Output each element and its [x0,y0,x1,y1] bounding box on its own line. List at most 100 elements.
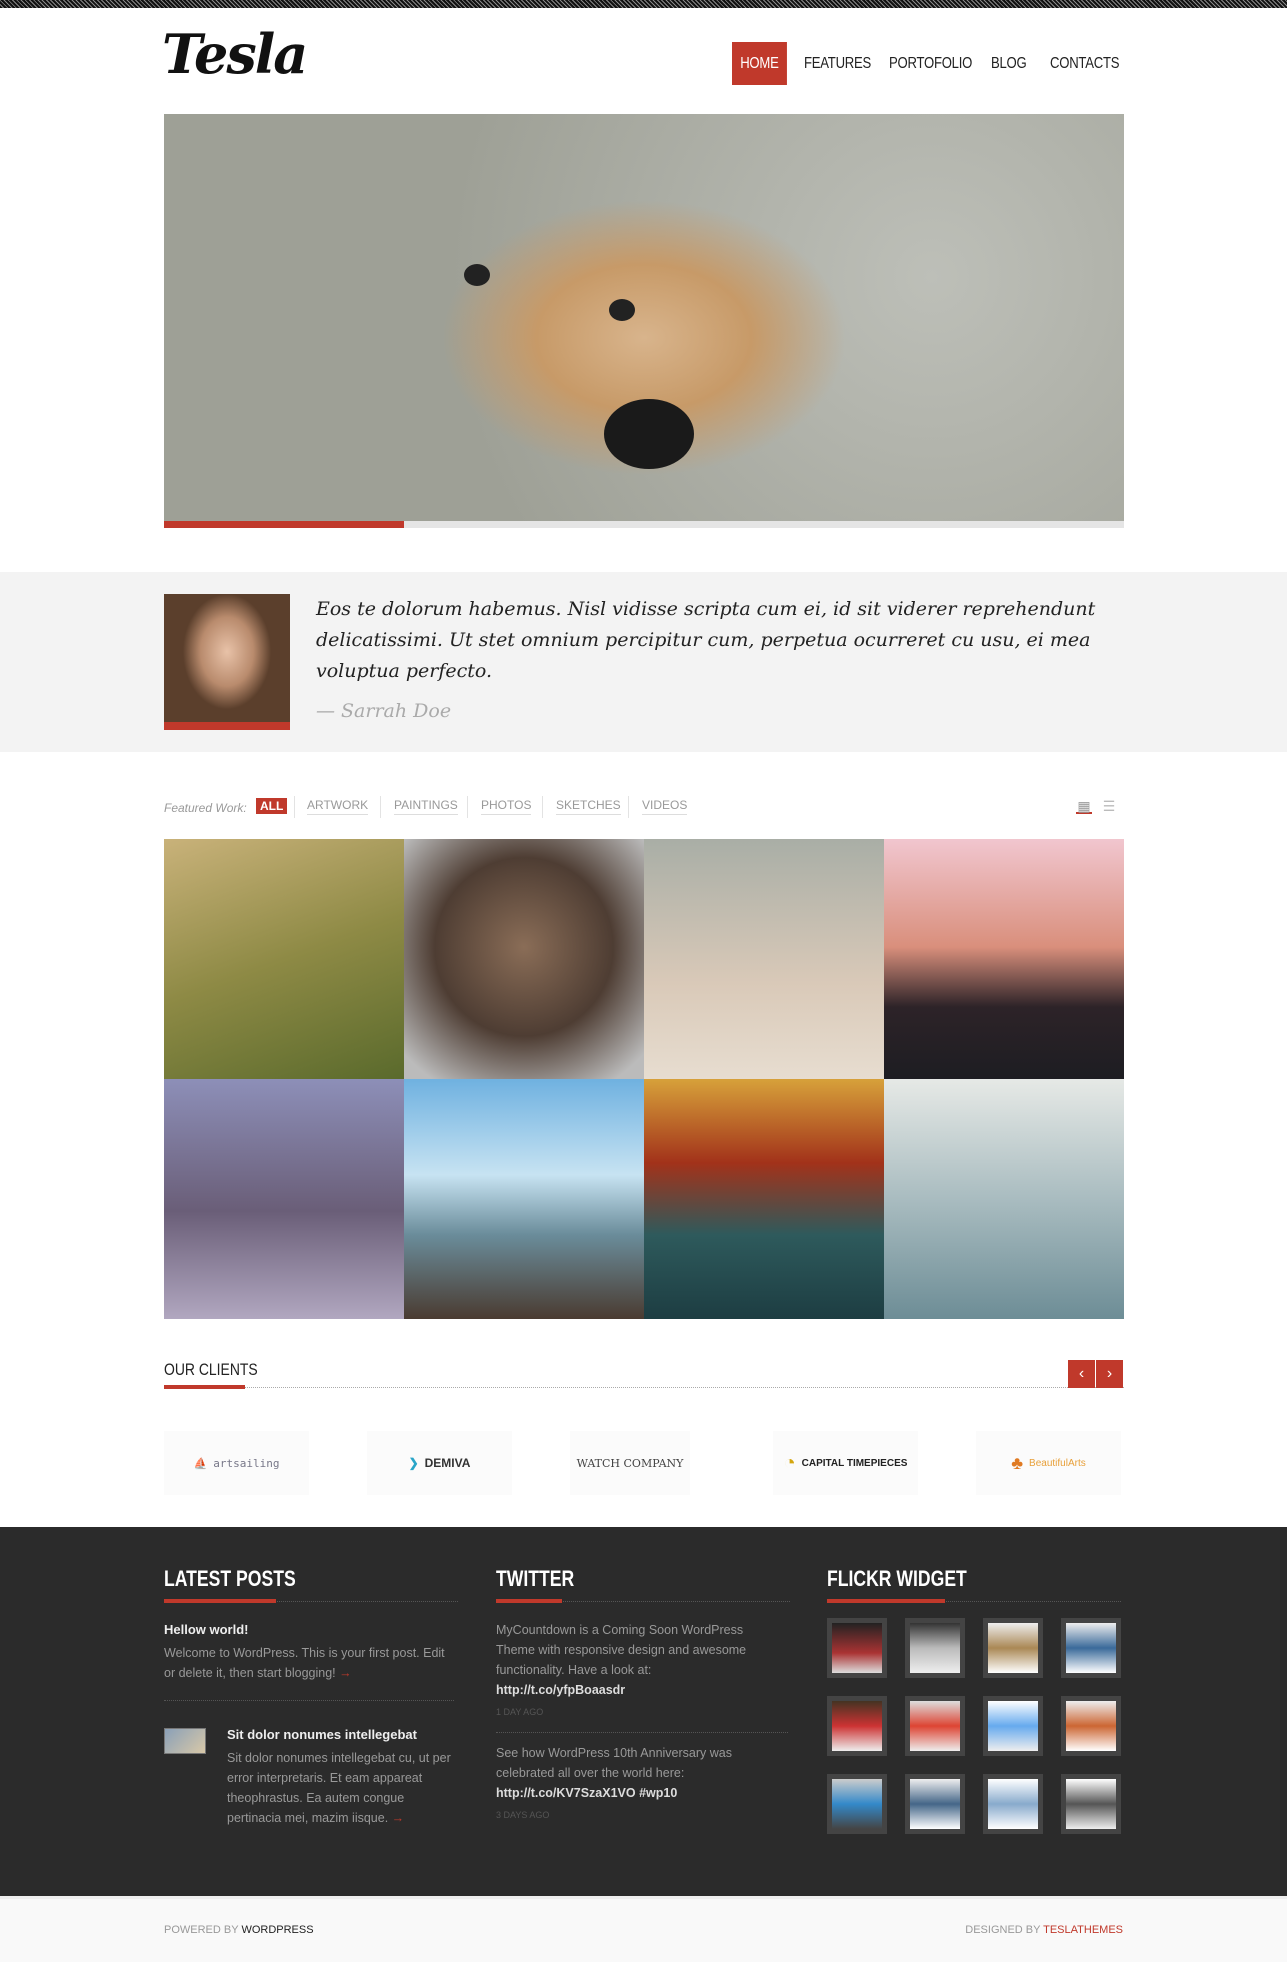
powered-by: Powered by WordPress [164,1924,314,1936]
wordpress-link[interactable]: WordPress [241,1924,313,1936]
top-stripe [0,0,1287,8]
tweet-link[interactable]: http://t.co/yfpBoaasdr [496,1683,625,1697]
client-logo-watch-company[interactable]: WATCH COMPANY [570,1431,690,1495]
read-more-arrow-icon[interactable]: → [339,1666,352,1680]
designed-prefix: Designed by [965,1924,1041,1936]
filter-all[interactable]: All [256,798,288,814]
list-view-icon[interactable]: ☰ [1101,798,1117,814]
grid-view-icon[interactable]: ▦ [1076,798,1092,814]
tree-icon: ♣ [1011,1452,1024,1473]
flickr-thumb[interactable] [1061,1618,1121,1678]
client-logo-capital-timepieces[interactable]: ◔ CAPITAL TIMEPIECES [773,1431,918,1495]
filter-sketches[interactable]: Sketches [556,798,621,815]
slider-progress-fill [164,521,404,528]
nav-blog[interactable]: Blog [991,42,1027,85]
chevron-logo-icon: ❯ [408,1456,419,1470]
site-logo[interactable]: Tesla [162,22,308,86]
portfolio-item[interactable] [644,839,884,1079]
portfolio-item[interactable] [404,839,644,1079]
flickr-thumb[interactable] [983,1696,1043,1756]
slide-image-eye [609,299,635,321]
tweet: See how WordPress 10th Anniversary was c… [496,1743,776,1803]
nav-features[interactable]: Features [804,42,871,85]
ship-icon: ⛵ [193,1456,208,1470]
divider [164,1700,454,1701]
post-excerpt-text: Sit dolor nonumes intellegebat cu, ut pe… [227,1751,451,1825]
slide-image-eye [464,264,490,286]
post-excerpt-text: Welcome to WordPress. This is your first… [164,1646,445,1680]
teslathemes-link[interactable]: TeslaThemes [1043,1924,1123,1936]
post-title[interactable]: Hellow world! [164,1622,249,1637]
powered-prefix: Powered by [164,1924,239,1936]
testimonial-avatar [164,594,290,722]
post-title[interactable]: Sit dolor nonumes intellegebat [227,1727,417,1742]
flickr-thumb[interactable] [827,1618,887,1678]
divider [294,796,295,818]
portfolio-item[interactable] [644,1079,884,1319]
divider [496,1732,788,1733]
client-logo-artsailing[interactable]: ⛵ artsailing [164,1431,309,1495]
portfolio-item[interactable] [884,839,1124,1079]
designed-by: Designed by TeslaThemes [965,1924,1123,1936]
flickr-thumb[interactable] [827,1696,887,1756]
clients-next-button[interactable]: › [1096,1360,1123,1388]
flickr-thumb[interactable] [827,1774,887,1834]
heading-accent [827,1599,945,1603]
tweet-time: 3 days ago [496,1810,550,1820]
featured-work-label: Featured Work: [164,801,247,815]
portfolio-item[interactable] [164,839,404,1079]
nav-home[interactable]: Home [732,42,787,85]
portfolio-item[interactable] [884,1079,1124,1319]
tweet-text: MyCountdown is a Coming Soon WordPress T… [496,1623,747,1677]
client-logo-beautifularts[interactable]: ♣ BeautifulArts [976,1431,1121,1495]
clients-divider [164,1386,1124,1388]
testimonial-quote: Eos te dolorum habemus. Nisl vidisse scr… [316,598,1096,682]
post-excerpt: Sit dolor nonumes intellegebat cu, ut pe… [227,1748,457,1828]
flickr-thumb[interactable] [905,1618,965,1678]
avatar-accent-bar [164,722,290,730]
flickr-thumb[interactable] [1061,1774,1121,1834]
tweet-time: 1 day ago [496,1707,544,1717]
filter-photos[interactable]: Photos [481,798,532,815]
client-name: DEMIVA [424,1456,471,1470]
heading-accent [164,1599,276,1603]
filter-videos[interactable]: Videos [642,798,688,815]
hero-slider[interactable] [164,114,1124,521]
flickr-thumb[interactable] [905,1774,965,1834]
twitter-heading: Twitter [496,1566,575,1591]
flickr-grid [827,1618,1127,1834]
portfolio-grid [164,839,1124,1319]
clock-icon: ◔ [783,1451,796,1474]
post-excerpt: Welcome to WordPress. This is your first… [164,1643,454,1683]
tweet-link[interactable]: http://t.co/KV7SzaX1VO #wp10 [496,1786,677,1800]
flickr-thumb[interactable] [983,1618,1043,1678]
divider [542,796,543,818]
divider [628,796,629,818]
tweet-text: See how WordPress 10th Anniversary was c… [496,1746,732,1780]
clients-accent [164,1385,245,1389]
read-more-arrow-icon[interactable]: → [392,1811,405,1825]
client-name: CAPITAL TIMEPIECES [801,1457,908,1469]
nav-portofolio[interactable]: Portofolio [889,42,972,85]
heading-accent [496,1599,562,1603]
portfolio-item[interactable] [404,1079,644,1319]
client-name: artsailing [213,1456,280,1470]
filter-artwork[interactable]: Artwork [307,798,369,815]
slider-progress [164,521,1124,528]
client-name: WATCH COMPANY [576,1456,684,1470]
latest-posts-heading: Latest Posts [164,1566,296,1591]
nav-contacts[interactable]: Contacts [1050,42,1119,85]
post-thumbnail[interactable] [164,1728,206,1754]
flickr-thumb[interactable] [905,1696,965,1756]
divider [467,796,468,818]
flickr-thumb[interactable] [1061,1696,1121,1756]
tweet: MyCountdown is a Coming Soon WordPress T… [496,1620,776,1700]
flickr-thumb[interactable] [983,1774,1043,1834]
client-logo-demiva[interactable]: ❯ DEMIVA [367,1431,512,1495]
portfolio-item[interactable] [164,1079,404,1319]
slide-image-nose [604,399,694,469]
client-name: BeautifulArts [1029,1457,1086,1469]
flickr-heading: Flickr Widget [827,1566,967,1591]
clients-prev-button[interactable]: ‹ [1068,1360,1095,1388]
filter-paintings[interactable]: Paintings [394,798,458,815]
